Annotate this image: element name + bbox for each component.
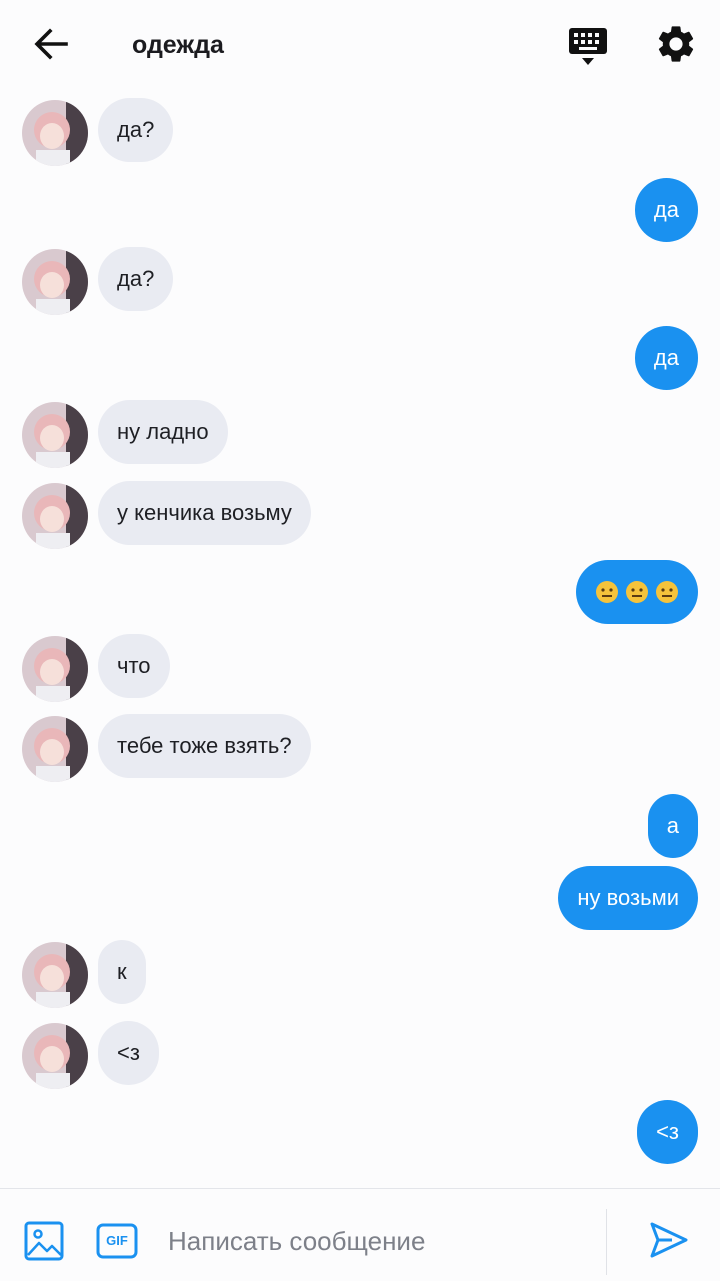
neutral-face-icon xyxy=(596,581,618,603)
avatar[interactable] xyxy=(22,942,88,1008)
gif-label: GIF xyxy=(106,1233,128,1248)
chat-header: одежда xyxy=(0,0,720,90)
message-input[interactable] xyxy=(168,1219,588,1263)
arrow-left-icon xyxy=(34,28,68,60)
neutral-face-icon xyxy=(626,581,648,603)
message-row: что xyxy=(0,634,720,702)
avatar-image xyxy=(22,636,88,702)
message-bubble[interactable]: а xyxy=(647,794,698,858)
message-bubble[interactable] xyxy=(576,560,698,624)
message-bubble[interactable]: тебе тоже взять? xyxy=(98,714,311,778)
image-icon xyxy=(24,1221,64,1261)
message-bubble[interactable]: да? xyxy=(98,98,174,162)
message-bubble[interactable]: ну ладно xyxy=(98,400,228,464)
avatar[interactable] xyxy=(22,716,88,782)
message-bubble[interactable]: да xyxy=(634,326,698,390)
message-bubble[interactable]: <з xyxy=(637,1100,698,1164)
avatar[interactable] xyxy=(22,483,88,549)
message-bubble[interactable]: да xyxy=(634,178,698,242)
avatar-image xyxy=(22,249,88,315)
message-row: а xyxy=(0,794,720,860)
message-row: да xyxy=(0,326,720,392)
message-bubble[interactable]: <з xyxy=(98,1021,159,1085)
message-bubble[interactable]: что xyxy=(98,634,170,698)
avatar-image xyxy=(22,1023,88,1089)
avatar[interactable] xyxy=(22,636,88,702)
emoji-group xyxy=(595,560,679,624)
back-button[interactable] xyxy=(28,22,76,66)
avatar[interactable] xyxy=(22,249,88,315)
message-bubble[interactable]: у кенчика возьму xyxy=(98,481,311,545)
composer-divider xyxy=(606,1209,607,1275)
gif-button[interactable]: GIF xyxy=(96,1223,138,1259)
send-icon xyxy=(650,1222,688,1258)
avatar-image xyxy=(22,942,88,1008)
avatar[interactable] xyxy=(22,1023,88,1089)
neutral-face-icon xyxy=(656,581,678,603)
chat-title: одежда xyxy=(132,31,224,59)
message-bubble[interactable]: к xyxy=(98,940,146,1004)
avatar[interactable] xyxy=(22,402,88,468)
attach-image-button[interactable] xyxy=(24,1221,64,1261)
message-row: да xyxy=(0,178,720,244)
keyboard-toggle-button[interactable] xyxy=(566,24,610,68)
message-row xyxy=(0,560,720,626)
avatar-image xyxy=(22,100,88,166)
message-row: <з xyxy=(0,1021,720,1089)
avatar-image xyxy=(22,483,88,549)
message-row: да? xyxy=(0,247,720,315)
message-bubble[interactable]: да? xyxy=(98,247,174,311)
message-composer: GIF xyxy=(0,1188,720,1281)
message-row: к xyxy=(0,940,720,1008)
message-row: <з xyxy=(0,1100,720,1166)
gear-icon xyxy=(658,26,694,62)
avatar-image xyxy=(22,716,88,782)
send-button[interactable] xyxy=(648,1219,690,1261)
keyboard-hide-icon xyxy=(569,28,607,65)
message-row: да? xyxy=(0,98,720,166)
settings-button[interactable] xyxy=(654,22,698,66)
message-row: тебе тоже взять? xyxy=(0,714,720,782)
avatar[interactable] xyxy=(22,100,88,166)
avatar-image xyxy=(22,402,88,468)
message-row: ну ладно xyxy=(0,400,720,468)
message-list[interactable]: да? да да? да ну ладно у кенчика возьму … xyxy=(0,90,720,1188)
message-bubble[interactable]: ну возьми xyxy=(558,866,698,930)
message-row: у кенчика возьму xyxy=(0,481,720,549)
message-row: ну возьми xyxy=(0,866,720,932)
